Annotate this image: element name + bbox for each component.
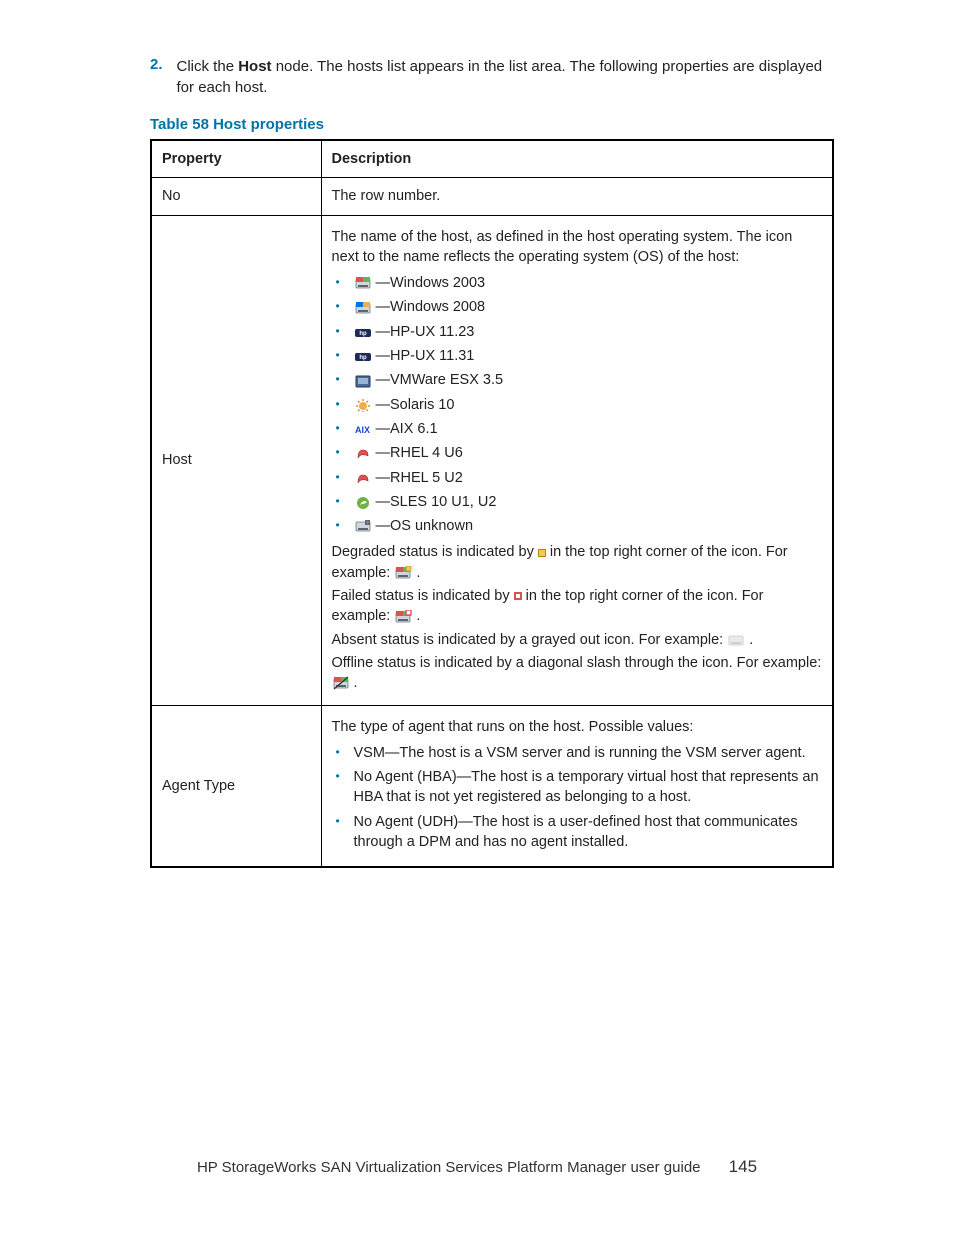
aix-icon [354, 422, 372, 436]
os-label: —HP-UX 11.31 [376, 346, 475, 366]
bullet-icon: • [336, 395, 344, 414]
os-list-item: • —OS unknown [336, 514, 823, 538]
bullet-icon: • [336, 743, 344, 762]
numbered-step: 2. Click the Host node. The hosts list a… [150, 56, 834, 98]
step-post: node. The hosts list appears in the list… [177, 58, 823, 96]
agent-list-item: • VSM—The host is a VSM server and is run… [336, 741, 823, 765]
rhel-icon [354, 471, 372, 485]
os-label: —RHEL 5 U2 [376, 468, 463, 488]
os-list-item: • —RHEL 5 U2 [336, 466, 823, 490]
win2008-icon [354, 301, 372, 315]
degraded-status-line: Degraded status is indicated by in the t… [332, 542, 823, 583]
bullet-icon: • [336, 273, 344, 292]
bullet-icon: • [336, 468, 344, 487]
bullet-icon: • [336, 346, 344, 365]
desc-agent: The type of agent that runs on the host.… [321, 705, 833, 867]
desc-host: The name of the host, as defined in the … [321, 215, 833, 705]
hpux-icon [354, 349, 372, 363]
offline-status-line: Offline status is indicated by a diagona… [332, 653, 823, 694]
step-number: 2. [150, 56, 163, 98]
host-properties-table: Property Description No The row number. … [150, 139, 834, 868]
table-caption: Table 58 Host properties [150, 116, 834, 133]
os-label: —SLES 10 U1, U2 [376, 492, 497, 512]
prop-agent: Agent Type [151, 705, 321, 867]
os-label: —HP-UX 11.23 [376, 322, 475, 342]
sles-icon [354, 495, 372, 509]
degraded-indicator-icon [538, 549, 546, 557]
offline-example-icon [332, 676, 350, 690]
hpux-icon [354, 325, 372, 339]
os-list: • —Windows 2003 • —Windows 2008 • —HP-UX 11.2… [332, 271, 823, 538]
desc-no: The row number. [321, 178, 833, 215]
os-list-item: • —Solaris 10 [336, 393, 823, 417]
os-list-item: • —Windows 2008 [336, 295, 823, 319]
table-row: Agent Type The type of agent that runs o… [151, 705, 833, 867]
vmw-icon [354, 374, 372, 388]
agent-intro: The type of agent that runs on the host.… [332, 717, 823, 737]
absent-status-line: Absent status is indicated by a grayed o… [332, 630, 823, 650]
failed-indicator-icon [514, 592, 522, 600]
os-list-item: • —HP-UX 11.23 [336, 320, 823, 344]
table-row: No The row number. [151, 178, 833, 215]
page-footer: HP StorageWorks SAN Virtualization Servi… [0, 1157, 954, 1177]
solaris-icon [354, 398, 372, 412]
agent-list-item: • No Agent (HBA)—The host is a temporary … [336, 765, 823, 810]
step-pre: Click the [177, 58, 239, 75]
os-label: —AIX 6.1 [376, 419, 438, 439]
os-label: —OS unknown [376, 516, 474, 536]
footer-page-number: 145 [729, 1157, 757, 1176]
os-list-item: • —RHEL 4 U6 [336, 441, 823, 465]
bullet-icon: • [336, 370, 344, 389]
bullet-icon: • [336, 419, 344, 438]
bullet-icon: • [336, 322, 344, 341]
degraded-example-icon [394, 566, 412, 580]
table-row: Host The name of the host, as defined in… [151, 215, 833, 705]
agent-item-text: No Agent (UDH)—The host is a user-define… [354, 812, 823, 853]
bullet-icon: • [336, 767, 344, 786]
win2003-icon [354, 276, 372, 290]
os-label: —Solaris 10 [376, 395, 455, 415]
bullet-icon: • [336, 443, 344, 462]
step-text: Click the Host node. The hosts list appe… [177, 56, 834, 98]
os-label: —Windows 2003 [376, 273, 486, 293]
failed-status-line: Failed status is indicated by in the top… [332, 586, 823, 627]
absent-example-icon [727, 633, 745, 647]
footer-title: HP StorageWorks SAN Virtualization Servi… [197, 1159, 701, 1176]
bullet-icon: • [336, 492, 344, 511]
step-bold: Host [238, 58, 271, 75]
unknown-icon [354, 519, 372, 533]
prop-no: No [151, 178, 321, 215]
os-label: —VMWare ESX 3.5 [376, 370, 504, 390]
os-list-item: • —SLES 10 U1, U2 [336, 490, 823, 514]
os-list-item: • —AIX 6.1 [336, 417, 823, 441]
os-list-item: • —HP-UX 11.31 [336, 344, 823, 368]
th-property: Property [151, 140, 321, 178]
th-description: Description [321, 140, 833, 178]
prop-host: Host [151, 215, 321, 705]
failed-example-icon [394, 610, 412, 624]
os-label: —Windows 2008 [376, 297, 486, 317]
bullet-icon: • [336, 812, 344, 831]
host-intro: The name of the host, as defined in the … [332, 227, 823, 268]
bullet-icon: • [336, 516, 344, 535]
agent-list-item: • No Agent (UDH)—The host is a user-defin… [336, 810, 823, 855]
agent-list: • VSM—The host is a VSM server and is run… [332, 741, 823, 854]
os-list-item: • —Windows 2003 [336, 271, 823, 295]
agent-item-text: No Agent (HBA)—The host is a temporary v… [354, 767, 823, 808]
bullet-icon: • [336, 297, 344, 316]
os-list-item: • —VMWare ESX 3.5 [336, 368, 823, 392]
os-label: —RHEL 4 U6 [376, 443, 463, 463]
rhel-icon [354, 446, 372, 460]
agent-item-text: VSM—The host is a VSM server and is runn… [354, 743, 823, 763]
